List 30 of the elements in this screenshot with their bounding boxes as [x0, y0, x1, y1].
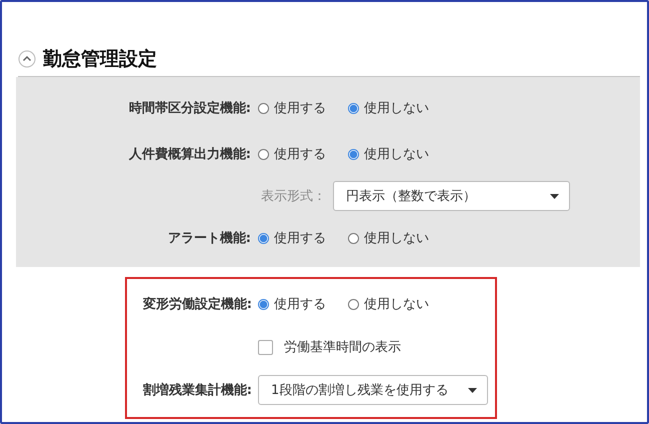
radio-button[interactable]	[348, 232, 359, 244]
radio-label[interactable]: 使用しない	[364, 295, 429, 313]
radio-label[interactable]: 使用しない	[364, 145, 429, 163]
checkbox-label[interactable]: 労働基準時間の表示	[284, 338, 401, 356]
setting-label: 人件費概算出力機能:	[128, 147, 251, 162]
collapse-icon[interactable]	[18, 50, 36, 68]
radio-label[interactable]: 使用する	[274, 229, 326, 247]
radio-button[interactable]	[348, 298, 359, 310]
radio-button[interactable]	[258, 232, 269, 244]
radio-label[interactable]: 使用しない	[364, 229, 429, 247]
checkbox[interactable]	[258, 340, 273, 354]
setting-label: 表示形式：	[261, 189, 326, 204]
dropdown[interactable]: 1段階の割増し残業を使用する	[258, 375, 488, 405]
radio-button[interactable]	[258, 102, 269, 114]
radio-button[interactable]	[348, 148, 359, 160]
radio-label[interactable]: 使用する	[274, 99, 326, 117]
radio-label[interactable]: 使用する	[274, 145, 326, 163]
setting-label: 時間帯区分設定機能:	[128, 101, 251, 116]
caret-icon	[468, 388, 478, 392]
radio-button[interactable]	[258, 148, 269, 160]
section-title: 勤怠管理設定	[43, 47, 157, 72]
setting-label: 変形労働設定機能:	[142, 297, 252, 312]
radio-button[interactable]	[258, 298, 269, 310]
radio-label[interactable]: 使用する	[274, 295, 326, 313]
radio-label[interactable]: 使用しない	[364, 99, 429, 117]
radio-button[interactable]	[348, 102, 359, 114]
setting-label: アラート機能:	[168, 231, 251, 246]
caret-icon	[550, 194, 559, 198]
setting-label: 割増残業集計機能:	[142, 383, 252, 398]
dropdown[interactable]: 円表示（整数で表示）	[333, 181, 570, 211]
